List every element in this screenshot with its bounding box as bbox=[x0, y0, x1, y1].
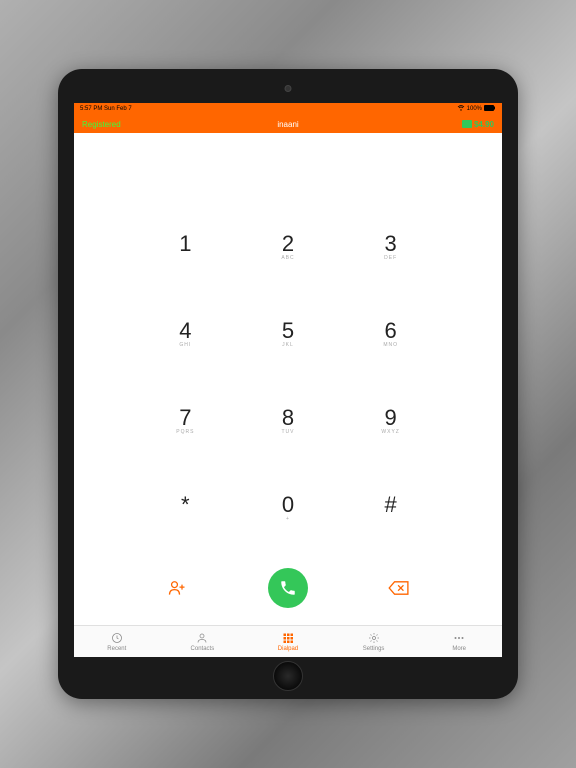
clock-icon bbox=[110, 631, 124, 645]
key-star[interactable]: * bbox=[134, 463, 237, 550]
registration-status: Registered bbox=[82, 120, 121, 129]
tab-contacts[interactable]: Contacts bbox=[160, 626, 246, 657]
tab-label: Recent bbox=[107, 646, 126, 652]
backspace-button[interactable] bbox=[383, 572, 415, 604]
tab-label: Contacts bbox=[191, 646, 215, 652]
battery-text: 100% bbox=[467, 106, 482, 112]
key-5[interactable]: 5JKL bbox=[237, 290, 340, 377]
tab-bar: Recent Contacts Dialpad Settings More bbox=[74, 625, 502, 657]
keypad: 1 2ABC 3DEF 4GHI 5JKL 6MNO 7PQRS 8TUV 9W… bbox=[74, 183, 502, 560]
tab-more[interactable]: More bbox=[416, 626, 502, 657]
add-contact-button[interactable] bbox=[161, 572, 193, 604]
app-header: Registered inaani $4.90 bbox=[74, 115, 502, 133]
key-hash[interactable]: # bbox=[339, 463, 442, 550]
wifi-icon bbox=[457, 105, 465, 113]
content-area: 1 2ABC 3DEF 4GHI 5JKL 6MNO 7PQRS 8TUV 9W… bbox=[74, 133, 502, 657]
key-9[interactable]: 9WXYZ bbox=[339, 377, 442, 464]
dialpad-icon bbox=[281, 631, 295, 645]
key-4[interactable]: 4GHI bbox=[134, 290, 237, 377]
app-title: inaani bbox=[277, 120, 298, 129]
key-8[interactable]: 8TUV bbox=[237, 377, 340, 464]
screen: 5:57 PM Sun Feb 7 100% Registered inaani… bbox=[74, 103, 502, 657]
status-right: 100% bbox=[457, 105, 496, 113]
contacts-icon bbox=[195, 631, 209, 645]
home-button[interactable] bbox=[273, 661, 303, 691]
number-display bbox=[74, 133, 502, 183]
key-1[interactable]: 1 bbox=[134, 203, 237, 290]
more-icon bbox=[452, 631, 466, 645]
action-row bbox=[74, 560, 502, 625]
key-2[interactable]: 2ABC bbox=[237, 203, 340, 290]
tab-recent[interactable]: Recent bbox=[74, 626, 160, 657]
key-0[interactable]: 0+ bbox=[237, 463, 340, 550]
tab-label: Dialpad bbox=[278, 646, 298, 652]
camera-dot bbox=[285, 85, 292, 92]
balance-display[interactable]: $4.90 bbox=[462, 120, 494, 129]
balance-amount: $4.90 bbox=[474, 120, 494, 129]
gear-icon bbox=[367, 631, 381, 645]
key-7[interactable]: 7PQRS bbox=[134, 377, 237, 464]
tab-dialpad[interactable]: Dialpad bbox=[245, 626, 331, 657]
tablet-frame: 5:57 PM Sun Feb 7 100% Registered inaani… bbox=[58, 69, 518, 699]
battery-icon bbox=[484, 105, 496, 113]
key-6[interactable]: 6MNO bbox=[339, 290, 442, 377]
status-bar: 5:57 PM Sun Feb 7 100% bbox=[74, 103, 502, 115]
tab-label: Settings bbox=[363, 646, 385, 652]
key-3[interactable]: 3DEF bbox=[339, 203, 442, 290]
tab-label: More bbox=[452, 646, 466, 652]
balance-icon bbox=[462, 120, 472, 128]
tab-settings[interactable]: Settings bbox=[331, 626, 417, 657]
call-button[interactable] bbox=[268, 568, 308, 608]
status-time: 5:57 PM Sun Feb 7 bbox=[80, 106, 132, 112]
